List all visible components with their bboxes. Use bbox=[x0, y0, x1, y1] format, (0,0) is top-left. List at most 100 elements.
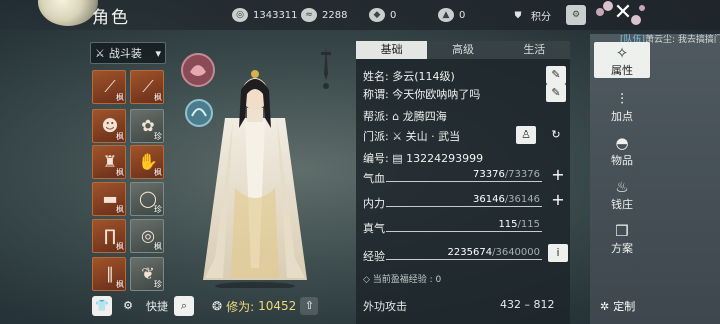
points-button[interactable]: ⛊ 积分 bbox=[510, 8, 551, 24]
nav-plans[interactable]: ❒ 方案 bbox=[594, 222, 650, 256]
gear-icon: ⚙ bbox=[566, 5, 586, 25]
bonus-exp: ◇ 当前盈福经验 : 0 bbox=[363, 272, 441, 285]
resource-ingot: ▲ 0 bbox=[438, 8, 465, 22]
equip-slot-head[interactable]: ☻ 枫 bbox=[92, 109, 126, 143]
nav-bank-label: 钱庄 bbox=[611, 198, 633, 211]
school-row: 门派: ⚔ 关山 · 武当 bbox=[363, 128, 460, 144]
nav-items[interactable]: ◓ 物品 bbox=[594, 134, 650, 168]
school-icon: ⚔ bbox=[392, 130, 403, 143]
name-value: 多云(114级) bbox=[392, 70, 455, 83]
shirt-icon[interactable]: 👕 bbox=[92, 296, 112, 316]
character-model[interactable] bbox=[195, 58, 315, 288]
school-label: 门派: bbox=[363, 130, 389, 143]
nav-items-label: 物品 bbox=[611, 154, 633, 167]
qi-max: /115 bbox=[517, 219, 540, 230]
nav-attributes[interactable]: ✧ 属性 bbox=[594, 42, 650, 78]
resource-jade: ◆ 0 bbox=[369, 8, 396, 22]
equip-slot-weapon[interactable]: ⟋ 枫 bbox=[92, 70, 126, 104]
edit-title-button[interactable]: ✎ bbox=[546, 84, 566, 102]
cultivation-power: ❂ 修为: 10452 ⇧ bbox=[212, 297, 319, 315]
silver-icon: ≈ bbox=[301, 8, 317, 22]
slot-tag: 珍 bbox=[154, 280, 162, 289]
close-button[interactable]: ✕ bbox=[610, 0, 636, 26]
slot-tag: 珍 bbox=[154, 205, 162, 214]
star-icon: ✧ bbox=[615, 44, 629, 62]
bonus-exp-text: 当前盈福经验 : 0 bbox=[372, 275, 442, 285]
equip-slot-legs[interactable]: ∏ 枫 bbox=[92, 219, 126, 253]
nav-plans-label: 方案 bbox=[611, 242, 633, 255]
id-label: 编号: bbox=[363, 152, 389, 165]
guild-value: 龙腾四海 bbox=[402, 110, 447, 123]
quick-label[interactable]: 快捷 bbox=[146, 298, 168, 314]
slot-tag: 枫 bbox=[116, 132, 124, 141]
tab-advanced[interactable]: 高级 bbox=[427, 41, 499, 59]
equip-slot-boots[interactable]: ∥ 枫 bbox=[92, 257, 126, 291]
sparkle-icon: ✲ bbox=[600, 299, 610, 313]
magnifier-icon[interactable]: ⌕ bbox=[174, 296, 194, 316]
slot-tag: 枫 bbox=[116, 205, 124, 214]
tab-basic[interactable]: 基础 bbox=[356, 41, 428, 59]
footer-value: 432 – 812 bbox=[500, 298, 555, 311]
slot-tag: 珍 bbox=[154, 132, 162, 141]
tab-life[interactable]: 生活 bbox=[498, 41, 570, 59]
exp-current: 2235674 bbox=[447, 247, 493, 258]
customize-button[interactable]: ✲ 定制 bbox=[600, 298, 635, 314]
equip-slot-belt[interactable]: ▬ 枫 bbox=[92, 182, 126, 216]
nav-points[interactable]: ⫶ 加点 bbox=[594, 90, 650, 124]
equip-slot-offhand[interactable]: ⟋ 枫 bbox=[130, 70, 164, 104]
equip-slot-bracelet[interactable]: ◯ 珍 bbox=[130, 182, 164, 216]
hp-bar bbox=[386, 181, 542, 182]
footer-label: 外功攻击 bbox=[363, 300, 407, 313]
power-icon: ❂ bbox=[212, 299, 223, 313]
stat-value-hp: 73376/73376 bbox=[410, 169, 540, 180]
power-value: 10452 bbox=[258, 299, 297, 313]
id-row: 编号: ▤ 13224293999 bbox=[363, 150, 483, 166]
equip-slot-gloves[interactable]: ✋ 枫 bbox=[130, 145, 164, 179]
slot-tag: 枫 bbox=[116, 93, 124, 102]
nav-bank[interactable]: ♨ 钱庄 bbox=[594, 178, 650, 212]
settings-button[interactable]: ⚙ bbox=[566, 5, 586, 25]
equip-slot-ring[interactable]: ◎ 枫 bbox=[130, 219, 164, 253]
qi-bar bbox=[386, 231, 542, 232]
equipment-toolbar: 👕 ⚙ 快捷 ⌕ bbox=[92, 296, 194, 316]
resource-silver: ≈ 2288 bbox=[301, 8, 347, 22]
name-row: 姓名: 多云(114级) bbox=[363, 68, 455, 84]
slot-tag: 枫 bbox=[116, 280, 124, 289]
outfit-dropdown[interactable]: ⚔ 战斗装 ▾ bbox=[90, 42, 166, 64]
refresh-button[interactable]: ↻ bbox=[546, 126, 566, 144]
hp-add-button[interactable]: + bbox=[548, 166, 568, 184]
name-label: 姓名: bbox=[363, 70, 389, 83]
stat-value-qi: 115/115 bbox=[410, 219, 540, 230]
hp-current: 73376 bbox=[473, 169, 505, 180]
school-master-button[interactable]: ♙ bbox=[516, 126, 536, 144]
mp-add-button[interactable]: + bbox=[548, 191, 568, 209]
exp-info-button[interactable]: i bbox=[548, 244, 568, 262]
chat-message: 萧云尘: 我去搞搞门 bbox=[645, 35, 720, 45]
resource-coin: ◎ 1343311 bbox=[232, 8, 298, 22]
brush-icon: ✎ bbox=[551, 68, 561, 81]
slot-tag: 枫 bbox=[116, 242, 124, 251]
equip-slot-pendant[interactable]: ❦ 珍 bbox=[130, 257, 164, 291]
chevron-down-icon: ▾ bbox=[155, 46, 161, 60]
equip-slot-armor[interactable]: ♜ 枫 bbox=[92, 145, 126, 179]
edit-name-button[interactable]: ✎ bbox=[546, 66, 566, 84]
title-row: 称谓: 今天你欧呐呐了吗 bbox=[363, 86, 480, 102]
guild-row: 帮派: ⌂ 龙腾四海 bbox=[363, 108, 447, 124]
settings-gear-icon[interactable]: ⚙ bbox=[118, 296, 138, 316]
moneybag-icon: ♨ bbox=[615, 178, 629, 196]
sword-icon: ⚔ bbox=[95, 46, 105, 60]
exp-max: /3640000 bbox=[492, 247, 540, 258]
silver-value: 2288 bbox=[322, 9, 348, 21]
nav-attributes-label: 属性 bbox=[611, 64, 633, 77]
id-value: 13224293999 bbox=[406, 152, 484, 165]
ingot-value: 0 bbox=[459, 9, 466, 21]
guild-icon: ⌂ bbox=[392, 110, 400, 123]
customize-label: 定制 bbox=[613, 300, 636, 313]
sliders-icon: ⫶ bbox=[620, 90, 624, 108]
equip-slot-accessory[interactable]: ✿ 珍 bbox=[130, 109, 164, 143]
person-icon: ♙ bbox=[521, 128, 531, 141]
coin-value: 1343311 bbox=[253, 9, 298, 21]
stat-value-mp: 36146/36146 bbox=[410, 194, 540, 205]
power-upgrade-button[interactable]: ⇧ bbox=[300, 297, 319, 315]
mp-max: /36146 bbox=[504, 194, 540, 205]
